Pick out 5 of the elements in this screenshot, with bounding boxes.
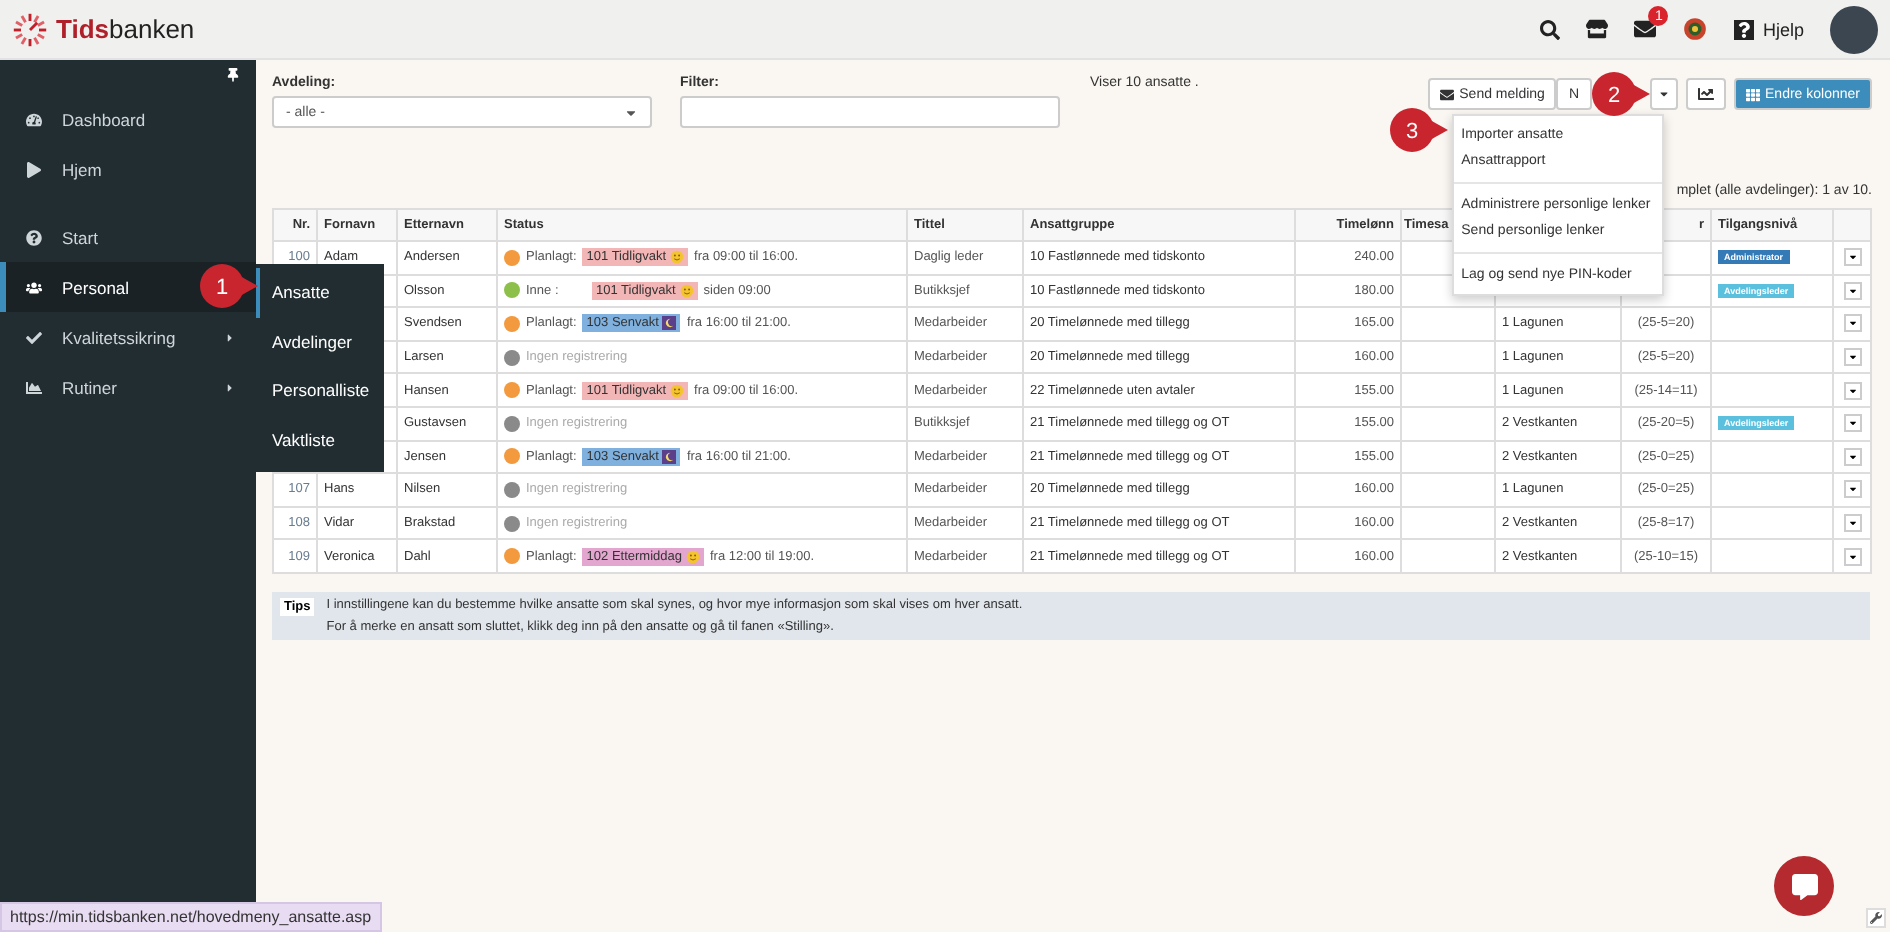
step-tooltip: 3: [1389, 108, 1448, 152]
logo-text: Tidsbanken: [56, 14, 195, 44]
step-tooltip: 1: [200, 264, 258, 308]
step-tooltip: 2: [1591, 72, 1650, 116]
status-url: https://min.tidsbanken.net/hovedmeny_ansatte.asp: [0, 902, 382, 932]
